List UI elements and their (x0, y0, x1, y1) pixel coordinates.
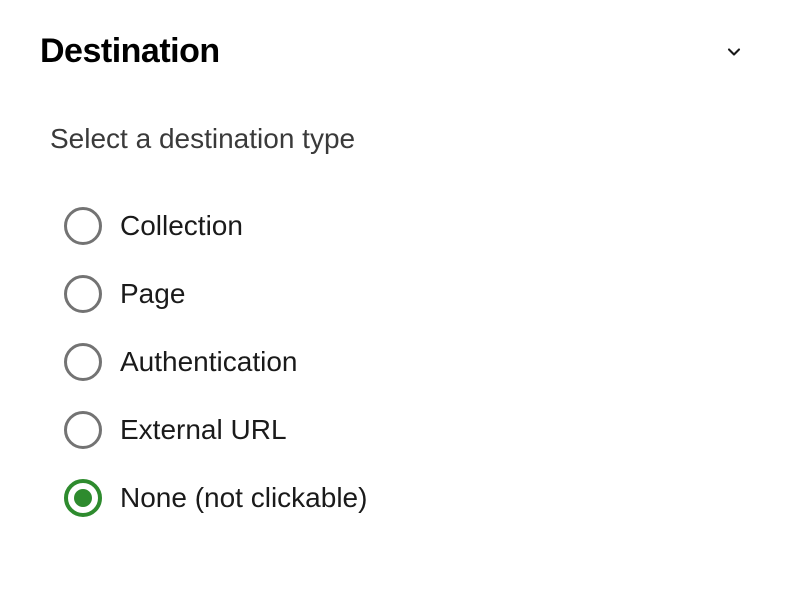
radio-icon (64, 275, 102, 313)
chevron-down-icon (724, 42, 744, 62)
radio-icon (64, 411, 102, 449)
radio-label: Page (120, 278, 185, 310)
radio-label: Authentication (120, 346, 297, 378)
radio-option-authentication[interactable]: Authentication (64, 343, 752, 381)
radio-label: None (not clickable) (120, 482, 367, 514)
section-subtitle: Select a destination type (50, 123, 752, 155)
radio-option-page[interactable]: Page (64, 275, 752, 313)
radio-option-collection[interactable]: Collection (64, 207, 752, 245)
radio-label: Collection (120, 210, 243, 242)
section-title: Destination (40, 32, 220, 71)
radio-option-none[interactable]: None (not clickable) (64, 479, 752, 517)
destination-type-radio-group: Collection Page Authentication External … (64, 207, 752, 517)
radio-icon (64, 207, 102, 245)
radio-icon-selected (64, 479, 102, 517)
radio-option-external-url[interactable]: External URL (64, 411, 752, 449)
radio-inner-dot (74, 489, 92, 507)
radio-icon (64, 343, 102, 381)
radio-label: External URL (120, 414, 287, 446)
destination-section-header[interactable]: Destination (40, 32, 752, 71)
